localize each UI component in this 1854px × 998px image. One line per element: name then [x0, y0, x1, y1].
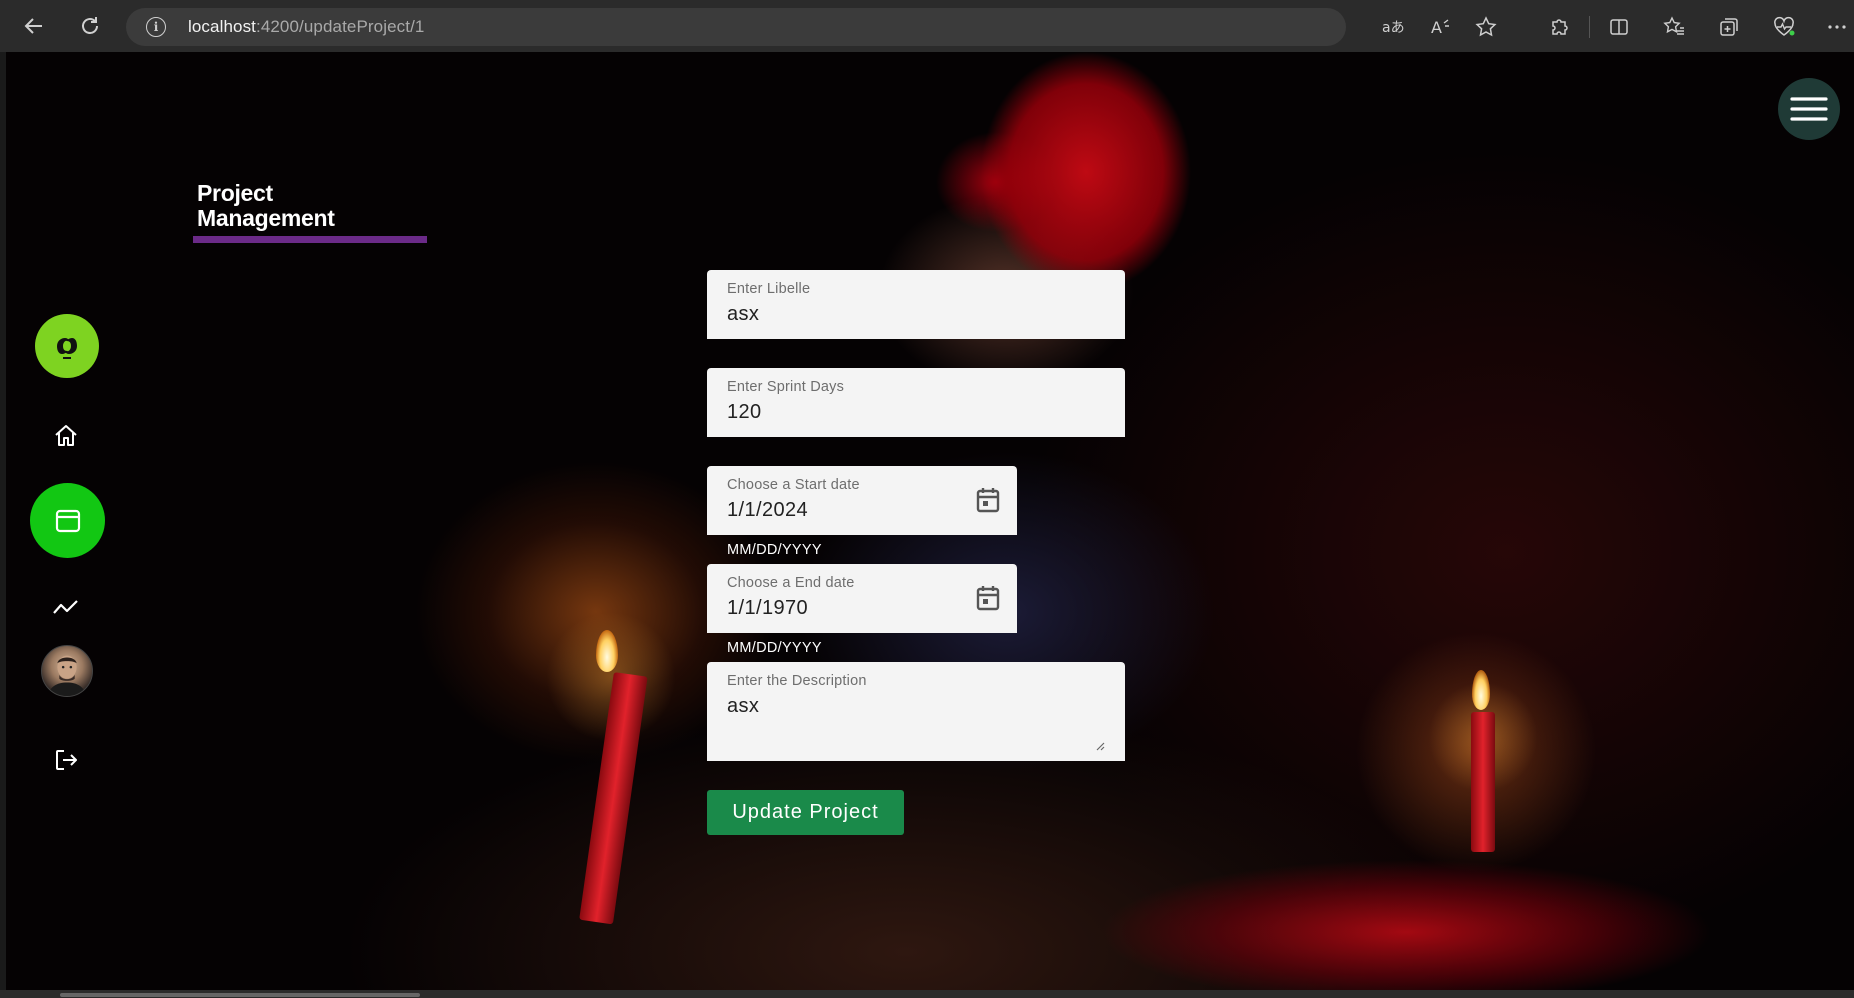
- avatar[interactable]: [41, 645, 93, 697]
- libelle-label: Enter Libelle: [727, 281, 811, 297]
- favorite-star-icon[interactable]: [1471, 12, 1501, 42]
- calendar-icon[interactable]: [975, 486, 1001, 514]
- svg-text:A: A: [1431, 18, 1442, 37]
- read-aloud-glyph: A: [1431, 18, 1449, 37]
- address-bar[interactable]: i localhost:4200/updateProject/1 aあ A: [126, 8, 1497, 46]
- description-textarea[interactable]: asx: [727, 695, 759, 718]
- candle-flame-right: [1472, 670, 1490, 710]
- sprint-days-label: Enter Sprint Days: [727, 379, 845, 395]
- split-glyph: [1610, 19, 1628, 35]
- app-brand: Project Management: [197, 181, 335, 231]
- heart-pulse-glyph: [1774, 16, 1795, 36]
- home-icon: [55, 425, 77, 446]
- end-date-field[interactable]: Choose a End date 1/1/1970: [707, 564, 1017, 633]
- translate-glyph: aあ: [1382, 20, 1404, 36]
- brand-line-2: Management: [197, 205, 335, 231]
- favorites-glyph: [1663, 16, 1684, 35]
- puzzle-glyph: [1552, 19, 1568, 35]
- end-date-label: Choose a End date: [727, 575, 855, 591]
- extensions-icon[interactable]: [1544, 12, 1574, 42]
- favorites-icon[interactable]: [1659, 12, 1689, 42]
- window-icon: [55, 509, 80, 532]
- sidebar-item-home[interactable]: [46, 416, 86, 456]
- resize-handle-icon[interactable]: [1095, 741, 1105, 751]
- hamburger-menu-icon: [1790, 97, 1828, 121]
- start-date-input[interactable]: 1/1/2024: [727, 499, 808, 522]
- start-date-hint: MM/DD/YYYY: [727, 542, 822, 558]
- logo-icon: [57, 338, 77, 359]
- libelle-input[interactable]: asx: [727, 303, 759, 326]
- read-aloud-icon[interactable]: A: [1426, 12, 1456, 42]
- page-background: Project Management Enter Libelle asx Ent…: [6, 52, 1854, 990]
- description-field[interactable]: Enter the Description asx: [707, 662, 1125, 761]
- brand-line-1: Project: [197, 180, 273, 206]
- menu-toggle-button[interactable]: [1778, 78, 1840, 140]
- logo-button[interactable]: [35, 314, 99, 378]
- site-info-icon[interactable]: i: [146, 17, 166, 37]
- start-date-field[interactable]: Choose a Start date 1/1/2024: [707, 466, 1017, 535]
- end-date-hint: MM/DD/YYYY: [727, 640, 822, 656]
- collections-icon[interactable]: [1714, 12, 1744, 42]
- reload-icon: [82, 17, 98, 34]
- scrollbar-thumb[interactable]: [60, 993, 420, 997]
- url-text: localhost:4200/updateProject/1: [188, 17, 425, 36]
- calendar-icon[interactable]: [975, 584, 1001, 612]
- update-project-button[interactable]: Update Project: [707, 790, 904, 835]
- split-screen-icon[interactable]: [1604, 12, 1634, 42]
- description-label: Enter the Description: [727, 673, 867, 689]
- collections-glyph: [1720, 18, 1738, 36]
- logout-button[interactable]: [46, 740, 86, 780]
- star-glyph: [1475, 16, 1497, 37]
- browser-toolbar: i localhost:4200/updateProject/1 aあ A: [0, 0, 1854, 52]
- candle-flame-left: [596, 630, 618, 672]
- back-arrow-icon: [24, 18, 42, 34]
- sidebar-item-projects[interactable]: [30, 483, 105, 558]
- back-button[interactable]: [18, 10, 50, 42]
- sprint-days-field[interactable]: Enter Sprint Days 120: [707, 368, 1125, 437]
- reload-button[interactable]: [74, 10, 106, 42]
- sprint-days-input[interactable]: 120: [727, 401, 762, 424]
- toolbar-divider: [1589, 16, 1590, 38]
- logout-icon: [56, 750, 77, 770]
- trend-line-icon: [53, 600, 78, 614]
- brand-underline: [193, 236, 427, 243]
- translate-icon[interactable]: aあ: [1378, 12, 1408, 42]
- sidebar-item-statistics[interactable]: [46, 587, 86, 627]
- browser-essentials-icon[interactable]: [1769, 12, 1799, 42]
- candle-right: [1471, 712, 1495, 852]
- svg-text:aあ: aあ: [1382, 20, 1404, 36]
- end-date-input[interactable]: 1/1/1970: [727, 597, 808, 620]
- more-options-icon[interactable]: [1822, 12, 1852, 42]
- ellipsis-glyph: [1828, 25, 1846, 29]
- libelle-field[interactable]: Enter Libelle asx: [707, 270, 1125, 339]
- user-avatar-icon: [47, 655, 87, 696]
- start-date-label: Choose a Start date: [727, 477, 860, 493]
